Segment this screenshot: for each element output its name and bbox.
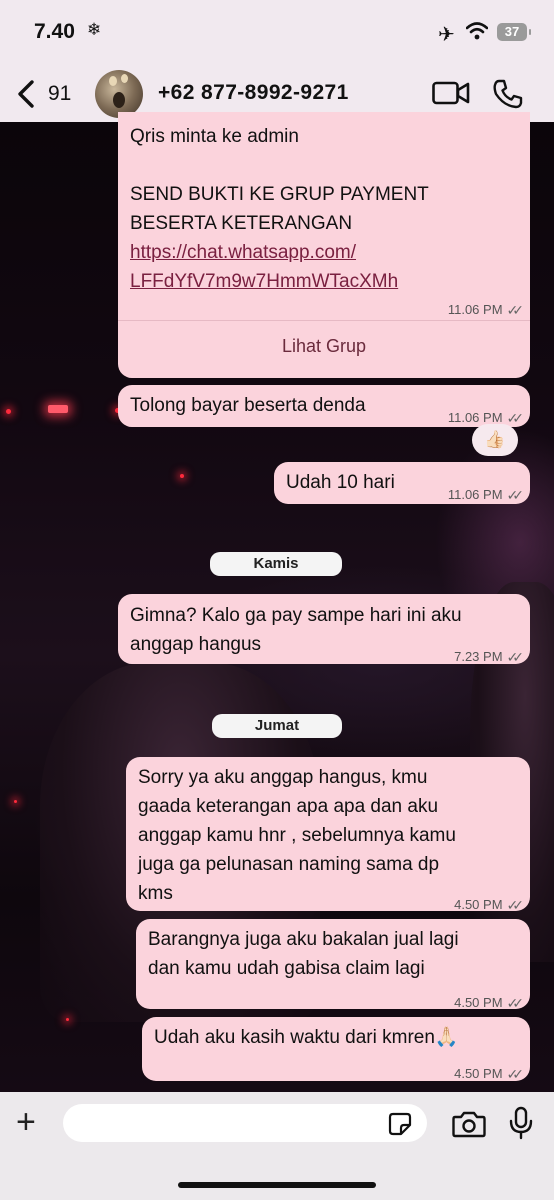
date-separator: Jumat	[212, 714, 342, 738]
message-meta: 4.50 PM ✓✓	[454, 988, 525, 1018]
message-text: Udah 10 hari	[286, 472, 395, 493]
phone-icon[interactable]	[492, 78, 524, 110]
message-text: Tolong bayar beserta denda	[130, 395, 366, 416]
message-meta: 4.50 PM ✓✓	[454, 1059, 525, 1089]
message-text: juga ga pelunasan naming sama dp	[138, 854, 440, 875]
read-receipt-icon: ✓✓	[506, 649, 525, 665]
wallpaper-light	[66, 1018, 69, 1021]
group-invite-link[interactable]: LFFdYfV7m9w7HmmWTacXMh	[130, 267, 520, 296]
message-time: 11.06 PM	[447, 302, 503, 317]
message-text: dan kamu udah gabisa claim lagi	[148, 958, 425, 979]
read-receipt-icon: ✓✓	[506, 1066, 525, 1082]
message-text: Sorry ya aku anggap hangus, kmu	[138, 767, 428, 788]
message-text	[130, 151, 520, 180]
read-receipt-icon: ✓✓	[506, 995, 525, 1011]
plus-icon[interactable]: +	[16, 1105, 36, 1139]
message-meta: 4.50 PM ✓✓	[454, 890, 525, 920]
bubble-divider	[118, 320, 530, 321]
message-time: 11.06 PM	[447, 487, 503, 502]
message-bubble[interactable]: Tolong bayar beserta denda 11.06 PM ✓✓	[118, 385, 530, 427]
message-text: SEND BUKTI KE GRUP PAYMENT	[130, 184, 429, 205]
read-receipt-icon: ✓✓	[506, 487, 525, 503]
message-text: Barangnya juga aku bakalan jual lagi	[148, 929, 459, 950]
wallpaper-light	[180, 474, 184, 478]
read-receipt-icon: ✓✓	[506, 897, 525, 913]
message-text: gaada keterangan apa apa dan aku	[138, 796, 439, 817]
message-text: Gimna? Kalo ga pay sampe hari ini aku	[130, 605, 462, 626]
message-bubble[interactable]: Udah aku kasih waktu dari kmren🙏🏻 4.50 P…	[142, 1017, 530, 1082]
message-bubble[interactable]: Sorry ya aku anggap hangus, kmu gaada ke…	[126, 757, 530, 913]
message-text: Udah aku kasih waktu dari kmren🙏🏻	[154, 1027, 459, 1048]
message-text: BESERTA KETERANGAN	[130, 213, 353, 234]
battery-icon: 37	[497, 23, 531, 41]
airplane-icon: ✈	[438, 24, 455, 46]
view-group-button[interactable]: Lihat Grup	[118, 336, 530, 357]
sticker-icon[interactable]	[388, 1112, 412, 1136]
chat-header: 7.40 ❄ ✈ 37 91 +62 877-8992-9271	[0, 0, 554, 122]
video-call-icon[interactable]	[432, 80, 470, 106]
avatar[interactable]	[95, 70, 143, 118]
wallpaper-light	[48, 405, 68, 413]
message-text: Qris minta ke admin	[130, 126, 299, 147]
contact-title[interactable]: +62 877-8992-9271	[158, 81, 349, 105]
message-text: anggap kamu hnr , sebelumnya kamu	[138, 825, 456, 846]
message-bubble[interactable]: Udah 10 hari 11.06 PM ✓✓	[274, 462, 530, 504]
status-bar: 7.40 ❄ ✈ 37	[0, 18, 554, 48]
snowflake-icon: ❄	[87, 20, 102, 39]
microphone-icon[interactable]	[508, 1106, 534, 1140]
group-invite-link[interactable]: https://chat.whatsapp.com/	[130, 238, 520, 267]
wifi-icon	[466, 22, 488, 40]
message-bubble[interactable]: Barangnya juga aku bakalan jual lagi dan…	[136, 919, 530, 1011]
status-time: 7.40	[34, 20, 75, 43]
date-separator: Kamis	[210, 552, 342, 576]
message-meta: 7.23 PM ✓✓	[454, 642, 525, 672]
message-input[interactable]	[63, 1104, 427, 1142]
message-time: 4.50 PM	[454, 1066, 503, 1081]
wallpaper-light	[14, 800, 17, 803]
message-time: 4.50 PM	[454, 995, 503, 1010]
thumbs-up-reaction-icon[interactable]: 👍🏻	[472, 424, 518, 456]
message-bubble[interactable]: Gimna? Kalo ga pay sampe hari ini aku an…	[118, 594, 530, 665]
back-unread-count[interactable]: 91	[48, 82, 71, 106]
home-indicator	[178, 1182, 376, 1188]
camera-icon[interactable]	[452, 1110, 486, 1138]
message-meta: 11.06 PM ✓✓	[447, 480, 525, 510]
message-time: 11.06 PM	[447, 410, 503, 425]
wallpaper-light	[6, 409, 11, 414]
chevron-left-icon[interactable]	[14, 78, 38, 110]
message-time: 4.50 PM	[454, 897, 503, 912]
message-time: 7.23 PM	[454, 649, 503, 664]
